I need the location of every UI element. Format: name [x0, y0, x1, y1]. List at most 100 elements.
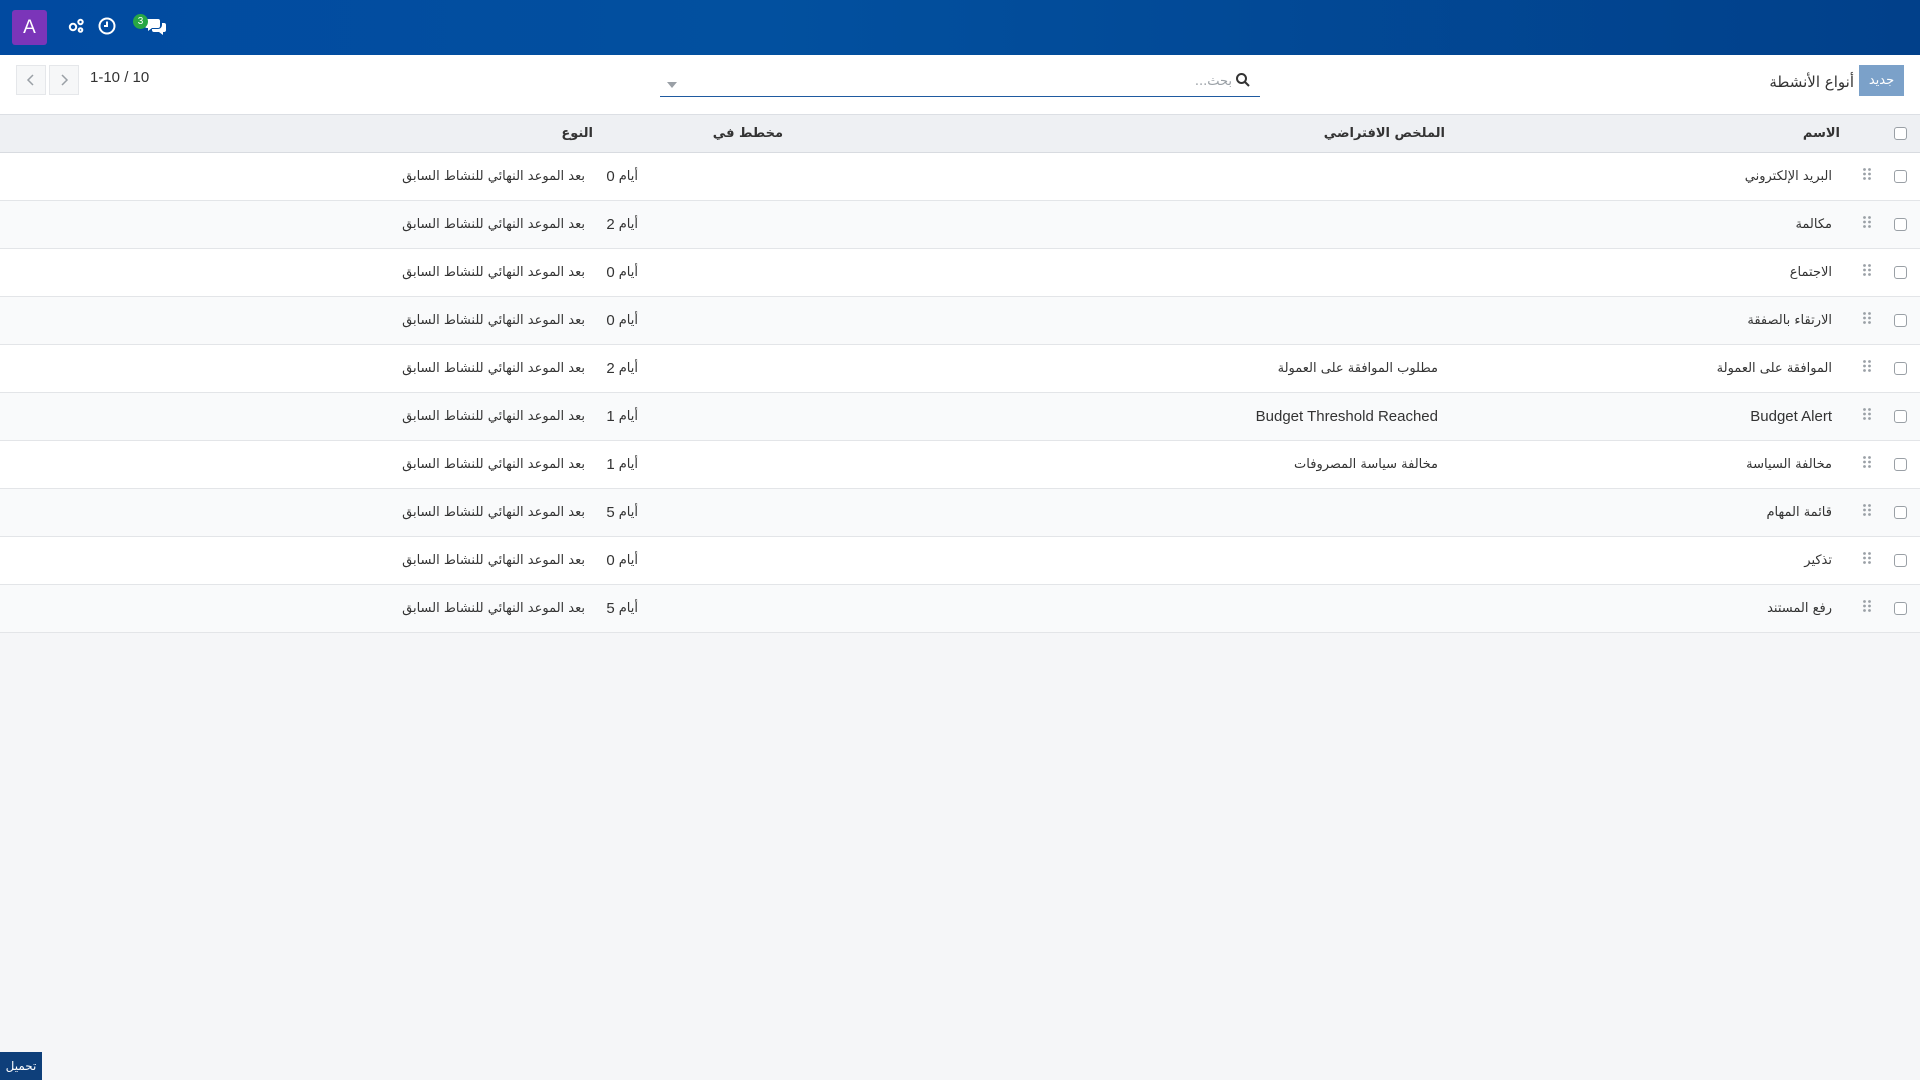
row-checkbox[interactable]	[1894, 457, 1907, 471]
search-input[interactable]	[700, 67, 1234, 95]
cell-type: بعد الموعد النهائي للنشاط السابق	[402, 601, 585, 616]
table-row[interactable]: رفع المستند 5 أيام بعد الموعد النهائي للنشا…	[0, 585, 1920, 633]
cell-planned-in: 1 أيام	[606, 393, 638, 440]
cell-type: بعد الموعد النهائي للنشاط السابق	[402, 457, 585, 472]
table-row[interactable]: الموافقة على العمولة مطلوب الموافقة على ا…	[0, 345, 1920, 393]
cell-type: بعد الموعد النهائي للنشاط السابق	[402, 361, 585, 376]
cell-type: بعد الموعد النهائي للنشاط السابق	[402, 553, 585, 568]
days-unit: أيام	[618, 457, 638, 472]
top-navbar: A 3	[0, 0, 1920, 55]
drag-handle-icon[interactable]	[1862, 599, 1872, 615]
select-all-checkbox[interactable]	[1894, 126, 1907, 140]
pager-value[interactable]: 1-10 / 10	[90, 69, 149, 86]
cell-summary: Budget Threshold Reached	[1255, 408, 1438, 425]
search-icon	[1235, 72, 1251, 88]
cell-type: بعد الموعد النهائي للنشاط السابق	[402, 265, 585, 280]
table-row[interactable]: مخالفة السياسة مخالفة سياسة المصروفات 1 أيا…	[0, 441, 1920, 489]
cell-summary: مخالفة سياسة المصروفات	[1294, 457, 1438, 472]
cell-name: الموافقة على العمولة	[1716, 361, 1832, 376]
days-unit: أيام	[618, 169, 638, 184]
days-value: 5	[606, 600, 615, 617]
page-title: أنواع الأنشطة	[1769, 73, 1854, 91]
cell-type: بعد الموعد النهائي للنشاط السابق	[402, 169, 585, 184]
column-header-type[interactable]: النوع	[561, 115, 593, 152]
row-checkbox[interactable]	[1894, 601, 1907, 615]
chat-icon[interactable]	[145, 16, 167, 36]
cell-planned-in: 5 أيام	[606, 585, 638, 632]
row-checkbox[interactable]	[1894, 169, 1907, 183]
drag-handle-icon[interactable]	[1862, 551, 1872, 567]
cell-name: تذكير	[1804, 553, 1832, 568]
drag-handle-icon[interactable]	[1862, 167, 1872, 183]
drag-handle-icon[interactable]	[1862, 263, 1872, 279]
days-unit: أيام	[618, 409, 638, 424]
list-table: الاسم الملخص الافتراضي مخطط في النوع الب…	[0, 115, 1920, 633]
download-button[interactable]: تحميل	[0, 1052, 42, 1080]
row-checkbox[interactable]	[1894, 409, 1907, 423]
cell-type: بعد الموعد النهائي للنشاط السابق	[402, 505, 585, 520]
days-value: 2	[606, 360, 615, 377]
row-checkbox[interactable]	[1894, 361, 1907, 375]
clock-icon[interactable]	[97, 16, 117, 36]
column-header-planned-in[interactable]: مخطط في	[713, 115, 783, 152]
days-value: 5	[606, 504, 615, 521]
chat-badge: 3	[133, 14, 148, 29]
days-unit: أيام	[618, 265, 638, 280]
cell-type: بعد الموعد النهائي للنشاط السابق	[402, 313, 585, 328]
cell-planned-in: 2 أيام	[606, 201, 638, 248]
chevron-left-icon	[26, 74, 34, 86]
cell-planned-in: 0 أيام	[606, 537, 638, 584]
row-checkbox[interactable]	[1894, 313, 1907, 327]
table-row[interactable]: Budget Alert Budget Threshold Reached 1 أيا…	[0, 393, 1920, 441]
table-header: الاسم الملخص الافتراضي مخطط في النوع	[0, 115, 1920, 153]
cell-planned-in: 2 أيام	[606, 345, 638, 392]
cell-planned-in: 0 أيام	[606, 249, 638, 296]
days-unit: أيام	[618, 601, 638, 616]
cell-planned-in: 1 أيام	[606, 441, 638, 488]
drag-handle-icon[interactable]	[1862, 503, 1872, 519]
row-checkbox[interactable]	[1894, 265, 1907, 279]
row-checkbox[interactable]	[1894, 553, 1907, 567]
cell-name: مكالمة	[1795, 217, 1832, 232]
days-unit: أيام	[618, 313, 638, 328]
cell-name: الاجتماع	[1789, 265, 1832, 280]
drag-handle-icon[interactable]	[1862, 359, 1872, 375]
column-header-summary[interactable]: الملخص الافتراضي	[1324, 115, 1445, 152]
settings-gears-icon[interactable]	[66, 16, 86, 36]
days-unit: أيام	[618, 505, 638, 520]
table-row[interactable]: تذكير 0 أيام بعد الموعد النهائي للنشاط السا…	[0, 537, 1920, 585]
days-value: 1	[606, 408, 615, 425]
cell-name: البريد الإلكتروني	[1744, 169, 1832, 184]
row-checkbox[interactable]	[1894, 217, 1907, 231]
chevron-right-icon	[61, 74, 69, 86]
search-options-toggle-icon[interactable]	[666, 75, 678, 88]
cell-name: Budget Alert	[1750, 408, 1832, 425]
days-value: 0	[606, 264, 615, 281]
column-header-name[interactable]: الاسم	[1803, 115, 1840, 152]
cell-name: قائمة المهام	[1766, 505, 1832, 520]
drag-handle-icon[interactable]	[1862, 311, 1872, 327]
pager-next-button[interactable]	[49, 65, 79, 95]
cell-type: بعد الموعد النهائي للنشاط السابق	[402, 409, 585, 424]
days-value: 0	[606, 552, 615, 569]
drag-handle-icon[interactable]	[1862, 215, 1872, 231]
days-unit: أيام	[618, 217, 638, 232]
cell-name: مخالفة السياسة	[1746, 457, 1832, 472]
table-row[interactable]: مكالمة 2 أيام بعد الموعد النهائي للنشاط الس…	[0, 201, 1920, 249]
table-row[interactable]: قائمة المهام 5 أيام بعد الموعد النهائي للنش…	[0, 489, 1920, 537]
cell-planned-in: 0 أيام	[606, 297, 638, 344]
cell-name: الارتقاء بالصفقة	[1747, 313, 1832, 328]
table-row[interactable]: البريد الإلكتروني 0 أيام بعد الموعد النهائي…	[0, 153, 1920, 201]
cell-type: بعد الموعد النهائي للنشاط السابق	[402, 217, 585, 232]
days-value: 0	[606, 168, 615, 185]
control-panel: 1-10 / 10 أنواع الأنشطة جديد	[0, 55, 1920, 115]
drag-handle-icon[interactable]	[1862, 407, 1872, 423]
row-checkbox[interactable]	[1894, 505, 1907, 519]
pager-previous-button[interactable]	[16, 65, 46, 95]
new-button[interactable]: جديد	[1859, 65, 1904, 96]
user-avatar[interactable]: A	[12, 10, 47, 45]
table-row[interactable]: الاجتماع 0 أيام بعد الموعد النهائي للنشاط ا…	[0, 249, 1920, 297]
drag-handle-icon[interactable]	[1862, 455, 1872, 471]
table-row[interactable]: الارتقاء بالصفقة 0 أيام بعد الموعد النهائي …	[0, 297, 1920, 345]
table-body: البريد الإلكتروني 0 أيام بعد الموعد النهائي…	[0, 153, 1920, 633]
